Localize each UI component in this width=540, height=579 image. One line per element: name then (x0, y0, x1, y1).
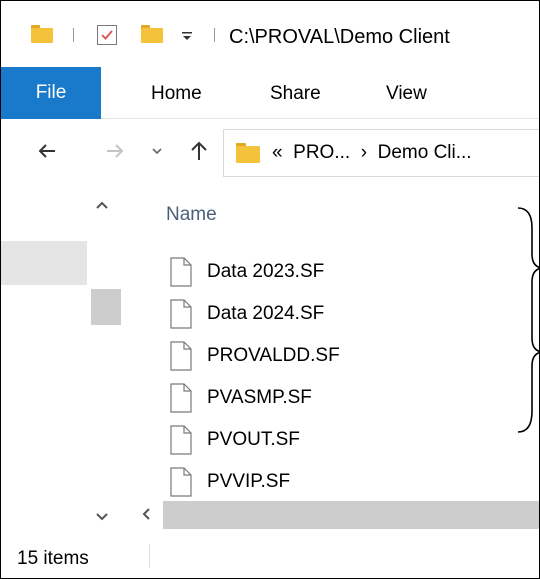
file-item[interactable]: PROVALDD.SF (169, 341, 499, 377)
vertical-scrollbar-thumb[interactable] (91, 289, 121, 325)
back-arrow-icon[interactable] (35, 139, 59, 163)
checkmark-icon[interactable] (97, 25, 117, 45)
window-title-path: C:\PROVAL\Demo Client (229, 26, 450, 48)
file-item[interactable]: PVOUT.SF (169, 425, 499, 461)
file-name: PROVALDD.SF (207, 345, 340, 366)
column-header-name[interactable]: Name (166, 204, 217, 226)
folder-icon (236, 143, 260, 163)
explorer-window: C:\PROVAL\Demo Client File Home Share Vi… (0, 0, 540, 579)
scroll-left-icon[interactable] (141, 507, 151, 526)
file-item[interactable]: PVASMP.SF (169, 383, 499, 419)
file-icon (169, 383, 193, 413)
title-separator (214, 28, 215, 42)
breadcrumb-separator[interactable]: › (361, 142, 367, 163)
file-icon (169, 467, 193, 497)
up-arrow-icon[interactable] (187, 139, 211, 163)
file-item[interactable]: PVVIP.SF (169, 467, 499, 503)
status-separator (149, 544, 150, 568)
breadcrumb-item[interactable]: PRO... (293, 142, 350, 163)
navigation-pane-selected-item[interactable] (1, 241, 87, 285)
file-name: Data 2024.SF (207, 303, 325, 324)
item-count: 15 items (17, 548, 89, 569)
dropdown-arrow-icon[interactable] (179, 27, 195, 43)
breadcrumb-item[interactable]: Demo Cli... (378, 142, 472, 163)
address-bar[interactable]: « PRO... › Demo Cli... (223, 129, 539, 177)
curly-brace-annotation (506, 206, 539, 436)
file-name: PVVIP.SF (207, 471, 291, 492)
file-icon (169, 299, 193, 329)
scroll-down-icon[interactable] (95, 509, 109, 527)
recent-chevron-icon[interactable] (145, 139, 169, 163)
tab-share[interactable]: Share (270, 83, 321, 105)
file-name: PVOUT.SF (207, 429, 300, 450)
forward-arrow-icon[interactable] (103, 139, 127, 163)
file-name: PVASMP.SF (207, 387, 312, 408)
vertical-scrollbar[interactable] (87, 187, 121, 532)
scroll-up-icon[interactable] (95, 197, 109, 215)
file-icon (169, 257, 193, 287)
folder-icon[interactable] (31, 25, 53, 43)
title-separator (73, 28, 74, 42)
file-item[interactable]: Data 2024.SF (169, 299, 499, 335)
file-item[interactable]: Data 2023.SF (169, 257, 499, 293)
tab-home[interactable]: Home (151, 83, 202, 105)
horizontal-scrollbar-thumb[interactable] (163, 501, 539, 529)
title-bar: C:\PROVAL\Demo Client (1, 1, 539, 67)
new-folder-icon[interactable] (141, 25, 163, 43)
breadcrumb: « PRO... › Demo Cli... (272, 142, 472, 164)
file-name: Data 2023.SF (207, 261, 325, 282)
overflow-chevron[interactable]: « (272, 142, 283, 163)
tab-view[interactable]: View (386, 83, 427, 105)
file-icon (169, 425, 193, 455)
file-icon (169, 341, 193, 371)
tab-file[interactable]: File (1, 67, 101, 119)
ribbon-tabs: File Home Share View (1, 67, 539, 119)
